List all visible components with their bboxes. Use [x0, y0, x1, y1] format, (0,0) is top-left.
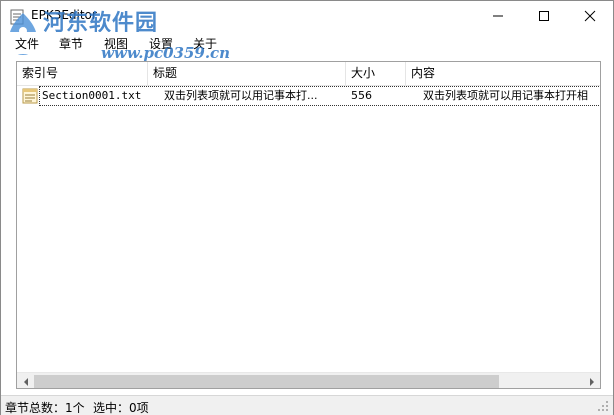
cell-index: Section0001.txt [42, 89, 142, 102]
chapter-list[interactable]: 索引号 标题 大小 内容 Section0001.txt 双击列表项就可以用记事… [16, 61, 601, 389]
close-button[interactable] [567, 1, 613, 31]
app-window: EPK3Editor 河东软件园 文件 章节 视图 设置 关于 www.pc03… [0, 0, 614, 415]
status-total-label: 章节总数： [5, 401, 66, 415]
maximize-button[interactable] [521, 1, 567, 31]
menu-chapter[interactable]: 章节 [59, 35, 83, 52]
scroll-left-button[interactable] [17, 373, 34, 388]
cell-size: 556 [351, 89, 372, 102]
status-total-value: 1个 [65, 401, 85, 415]
table-row[interactable]: Section0001.txt 双击列表项就可以用记事本打... 556 双击列… [17, 86, 600, 106]
maximize-icon [539, 11, 549, 21]
resize-grip-icon[interactable] [597, 400, 609, 412]
status-bar: 章节总数： 1个 选中： 0项 [1, 395, 613, 415]
close-icon [584, 10, 596, 22]
column-header-index[interactable]: 索引号 [17, 62, 148, 85]
arrow-left-icon [23, 377, 28, 386]
column-header-title[interactable]: 标题 [148, 62, 346, 85]
column-header-size[interactable]: 大小 [346, 62, 406, 85]
text-file-icon [22, 88, 38, 104]
cell-title: 双击列表项就可以用记事本打... [164, 89, 318, 102]
minimize-icon [493, 15, 503, 17]
list-header: 索引号 标题 大小 内容 [17, 62, 600, 86]
cell-content: 双击列表项就可以用记事本打开相 [423, 89, 588, 102]
minimize-button[interactable] [475, 1, 521, 31]
scroll-thumb[interactable] [34, 375, 499, 388]
scroll-right-button[interactable] [583, 373, 600, 388]
arrow-right-icon [589, 377, 594, 386]
column-header-content[interactable]: 内容 [406, 62, 600, 85]
watermark-url: www.pc0359.cn [101, 44, 231, 62]
horizontal-scrollbar[interactable] [17, 372, 600, 388]
menu-file[interactable]: 文件 [15, 35, 39, 52]
status-selected-value: 0项 [129, 401, 149, 415]
menu-bar: 文件 章节 视图 设置 关于 [1, 32, 613, 54]
status-selected-label: 选中： [93, 401, 130, 415]
